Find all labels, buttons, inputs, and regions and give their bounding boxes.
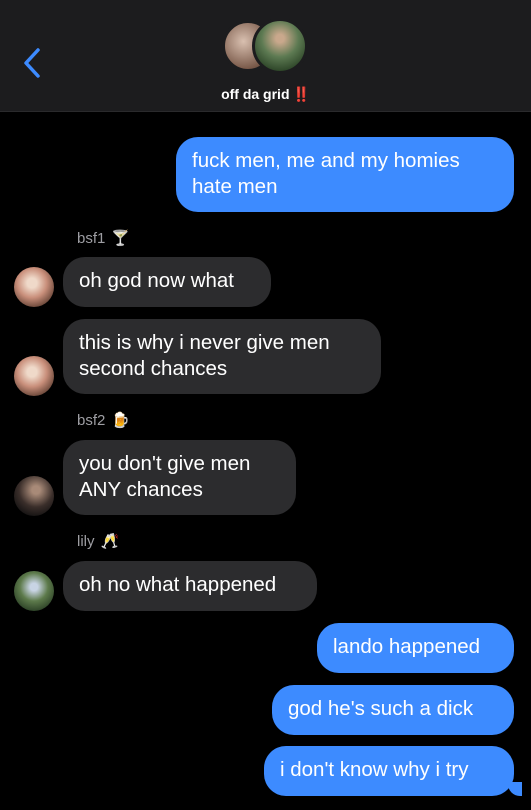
double-exclamation-icon: ‼️ [292,86,310,102]
message-line: you don't give men [79,452,251,475]
outgoing-message-bubble[interactable]: i don't know why i try [264,746,514,796]
incoming-message-bubble[interactable]: oh no what happened [63,561,317,611]
group-title[interactable]: off da grid ‼️ [0,86,531,103]
incoming-message-bubble[interactable]: this is why i never give men second chan… [63,319,381,394]
outgoing-message-bubble[interactable]: god he's such a dick [272,685,514,735]
bubble-tail [508,782,522,796]
outgoing-message-bubble[interactable]: lando happened [317,623,514,673]
incoming-message-bubble[interactable]: oh god now what [63,257,271,307]
sender-name: lily [77,533,95,550]
incoming-message-bubble[interactable]: you don't give men ANY chances [63,440,296,515]
message-line: this is why i never give men [79,331,330,354]
sender-name: bsf2 [77,412,106,429]
avatar[interactable] [14,571,54,611]
avatar[interactable] [14,476,54,516]
outgoing-message-bubble[interactable]: fuck men, me and my homies hate men [176,137,514,212]
message-line: oh no what happened [79,573,277,596]
champagne-glasses-icon: 🥂 [100,533,120,550]
message-line: oh god now what [79,269,235,292]
message-line: god he's such a dick [288,697,474,720]
message-line: lando happened [333,635,481,658]
sender-label: lily 🥂 [77,532,119,550]
beer-mug-icon: 🍺 [111,412,131,429]
sender-label: bsf1 🍸 [77,229,130,247]
sender-label: bsf2 🍺 [77,411,130,429]
cocktail-icon: 🍸 [111,230,131,247]
group-avatar[interactable] [222,18,312,78]
message-line: ANY chances [79,478,203,501]
chevron-left-icon[interactable] [18,44,48,82]
message-line: fuck men, me and my homies [192,149,460,172]
conversation-header: off da grid ‼️ [0,0,531,112]
message-line: i don't know why i try [280,758,469,781]
group-name: off da grid [221,86,290,102]
avatar[interactable] [14,267,54,307]
avatar[interactable] [14,356,54,396]
message-line: second chances [79,357,228,380]
message-line: hate men [192,175,278,198]
sender-name: bsf1 [77,230,106,247]
member-avatar [252,18,308,74]
